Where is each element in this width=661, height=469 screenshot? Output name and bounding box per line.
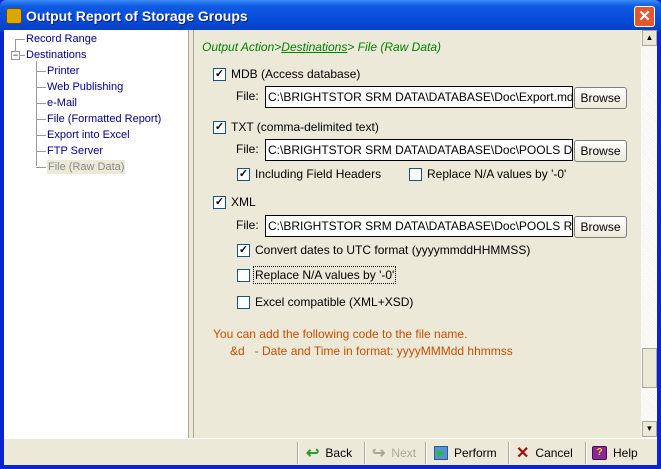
back-label: Back — [325, 446, 353, 460]
tree-item-printer[interactable]: Printer — [47, 65, 79, 77]
breadcrumb-root: Output Action> — [202, 40, 282, 54]
help-label: Help — [613, 446, 638, 460]
tree-item-file-raw-data[interactable]: File (Raw Data) — [47, 160, 126, 174]
breadcrumb-destinations-link[interactable]: Destinations — [281, 40, 347, 54]
xml-browse-button[interactable]: Browse — [574, 216, 627, 238]
hint-line-2: &d - Date and Time in format: yyyyMMMdd … — [230, 344, 513, 358]
close-button[interactable]: ✕ — [634, 6, 655, 27]
tree-item-ftp-server[interactable]: FTP Server — [47, 145, 103, 157]
include-headers-label: Including Field Headers — [255, 167, 382, 181]
tree-item-file-formatted-report[interactable]: File (Formatted Report) — [47, 113, 161, 125]
mdb-checkbox[interactable]: ✓ — [213, 68, 226, 81]
scroll-up-button[interactable]: ▲ — [642, 30, 657, 46]
back-arrow-icon: ↩ — [306, 445, 320, 462]
next-arrow-icon: ↪ — [372, 445, 386, 462]
mdb-file-input[interactable]: C:\BRIGHTSTOR SRM DATA\DATABASE\Doc\Expo… — [265, 86, 573, 108]
breadcrumb: Output Action>Destinations> File (Raw Da… — [202, 40, 441, 54]
txt-label: TXT (comma-delimited text) — [231, 120, 379, 134]
xml-file-label: File: — [236, 218, 259, 232]
txt-replace-na-checkbox[interactable] — [409, 168, 422, 181]
perform-label: Perform — [454, 446, 497, 460]
tree-item-export-into-excel[interactable]: Export into Excel — [47, 129, 130, 141]
txt-checkbox[interactable]: ✓ — [213, 121, 226, 134]
play-icon: ▶ — [434, 446, 448, 460]
cancel-button[interactable]: ✕ Cancel — [516, 443, 573, 463]
scroll-thumb[interactable] — [642, 347, 657, 388]
tree-item-web-publishing[interactable]: Web Publishing — [47, 81, 123, 93]
mdb-browse-button[interactable]: Browse — [574, 87, 627, 109]
splitter[interactable] — [189, 30, 194, 438]
back-button[interactable]: ↩ Back — [306, 443, 352, 463]
help-book-icon: ? — [592, 446, 607, 460]
next-button[interactable]: ↪ Next — [372, 443, 416, 463]
breadcrumb-current: > File (Raw Data) — [347, 40, 442, 54]
excel-compatible-checkbox[interactable] — [237, 296, 250, 309]
txt-file-input[interactable]: C:\BRIGHTSTOR SRM DATA\DATABASE\Doc\POOL… — [265, 139, 573, 161]
mdb-label: MDB (Access database) — [231, 67, 361, 81]
xml-checkbox[interactable]: ✓ — [213, 196, 226, 209]
xml-replace-na-label: Replace N/A values by '-0' — [253, 266, 397, 284]
next-label: Next — [391, 446, 417, 460]
vertical-scrollbar[interactable]: ▲ ▼ — [641, 30, 657, 438]
hint-line-1: You can add the following code to the fi… — [213, 327, 468, 341]
help-button[interactable]: ? Help — [592, 443, 638, 463]
tree-item-email[interactable]: e-Mail — [47, 97, 77, 109]
title-bar: Output Report of Storage Groups ✕ — [0, 0, 661, 32]
excel-compatible-label: Excel compatible (XML+XSD) — [255, 295, 414, 309]
xml-file-input[interactable]: C:\BRIGHTSTOR SRM DATA\DATABASE\Doc\POOL… — [265, 215, 573, 237]
mdb-file-label: File: — [236, 89, 259, 103]
button-bar: ↩ Back ↪ Next ▶ Perform ✕ Cancel ? Help — [4, 438, 657, 465]
xml-label: XML — [231, 195, 256, 209]
xml-replace-na-checkbox[interactable] — [237, 269, 250, 282]
window-title: Output Report of Storage Groups — [26, 8, 248, 24]
settings-panel: Output Action>Destinations> File (Raw Da… — [195, 30, 641, 438]
utc-checkbox[interactable]: ✓ — [237, 244, 250, 257]
txt-file-label: File: — [236, 142, 259, 156]
scroll-down-button[interactable]: ▼ — [642, 421, 657, 437]
include-headers-checkbox[interactable]: ✓ — [237, 168, 250, 181]
navigation-tree: Record Range − Destinations Printer Web … — [4, 30, 189, 438]
collapse-icon[interactable]: − — [11, 51, 20, 60]
perform-button[interactable]: ▶ Perform — [434, 443, 497, 463]
cancel-label: Cancel — [535, 446, 573, 460]
app-icon — [6, 8, 22, 24]
tree-item-destinations[interactable]: Destinations — [26, 49, 87, 61]
tree-item-record-range[interactable]: Record Range — [26, 33, 97, 45]
utc-label: Convert dates to UTC format (yyyymmddHHM… — [255, 243, 531, 257]
txt-browse-button[interactable]: Browse — [574, 140, 627, 162]
txt-replace-na-label: Replace N/A values by '-0' — [427, 167, 567, 181]
cancel-x-icon: ✕ — [516, 445, 530, 462]
